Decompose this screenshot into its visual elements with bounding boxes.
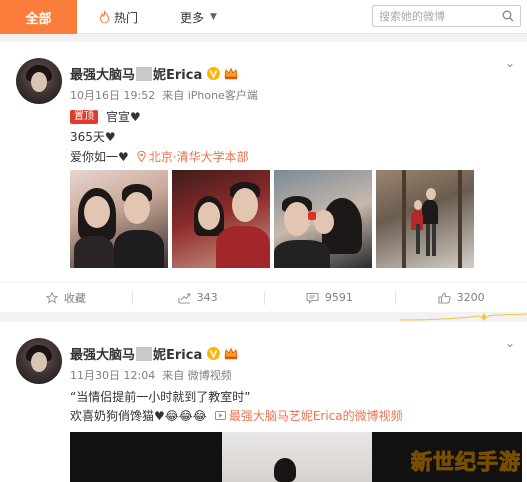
decorative-flourish	[400, 313, 527, 321]
location-link[interactable]: 北京·清华大学本部	[137, 148, 249, 165]
pinned-tag: 置顶	[70, 109, 98, 124]
repost-button[interactable]: 343	[131, 283, 264, 312]
location-pin-icon	[137, 151, 146, 162]
post-text-line: 爱你如一♥ 北京·清华大学本部	[70, 148, 249, 165]
post-text: “当情侣提前一小时就到了教室时”	[70, 390, 251, 404]
verified-badge-icon	[207, 347, 221, 360]
chevron-down-icon: ▼	[210, 12, 217, 22]
video-icon	[214, 411, 226, 420]
post-actions: 收藏 343 9591 3200	[0, 282, 527, 312]
collect-label: 收藏	[63, 291, 86, 305]
video-link-text: 最强大脑马艺妮Erica的微博视频	[228, 409, 403, 423]
star-icon	[45, 291, 58, 304]
post-text: 365天♥	[70, 130, 116, 144]
post-source: 来自 iPhone客户端	[162, 89, 258, 102]
tab-hot[interactable]: 热门	[99, 0, 138, 34]
vip-crown-icon	[224, 67, 238, 80]
top-nav-bar: 全部 热门 更多 ▼	[0, 0, 527, 34]
post-source: 来自 微博视频	[162, 369, 232, 382]
post-date[interactable]: 11月30日 12:04	[70, 369, 155, 382]
tab-hot-label: 热门	[114, 10, 139, 25]
blurred-char	[136, 346, 153, 361]
tab-more[interactable]: 更多 ▼	[180, 0, 217, 34]
post-menu-chevron-icon[interactable]: ⌄	[505, 56, 515, 70]
like-button[interactable]: 3200	[395, 283, 527, 312]
post-photo[interactable]	[376, 170, 474, 268]
search-icon[interactable]	[502, 10, 514, 22]
post-meta: 11月30日 12:04 来自 微博视频	[70, 367, 232, 383]
post-text-line: 置顶 官宣♥	[70, 108, 141, 125]
post-text-line: 欢喜奶狗俏馋猫♥😂😂😂 最强大脑马艺妮Erica的微博视频	[70, 407, 403, 424]
author-name[interactable]: 最强大脑马 妮Erica	[70, 64, 238, 83]
post-photo[interactable]	[172, 170, 270, 268]
post-menu-chevron-icon[interactable]: ⌄	[505, 336, 515, 350]
author-name[interactable]: 最强大脑马 妮Erica	[70, 344, 238, 363]
post-photo[interactable]	[274, 170, 372, 268]
post-date[interactable]: 10月16日 19:52	[70, 89, 155, 102]
like-count: 3200	[456, 291, 485, 304]
search-box	[372, 5, 521, 27]
comment-button[interactable]: 9591	[263, 283, 396, 312]
post-text: 官宣♥	[106, 110, 141, 124]
collect-button[interactable]: 收藏	[0, 283, 132, 312]
post-text: 爱你如一♥	[70, 150, 129, 164]
search-input[interactable]	[373, 6, 498, 26]
avatar[interactable]	[16, 58, 62, 104]
watermark: 新世纪手游	[411, 450, 521, 475]
video-link[interactable]: 最强大脑马艺妮Erica的微博视频	[214, 407, 403, 424]
avatar[interactable]	[16, 338, 62, 384]
post-text: 欢喜奶狗俏馋猫♥😂😂😂	[70, 409, 207, 423]
tab-all[interactable]: 全部	[0, 0, 77, 34]
author-name-part: 妮Erica	[153, 348, 203, 363]
author-name-part: 最强大脑马	[70, 68, 136, 83]
blurred-char	[136, 66, 153, 81]
author-name-part: 妮Erica	[153, 68, 203, 83]
thumbs-up-icon	[438, 291, 451, 304]
post-text-line: 365天♥	[70, 128, 116, 145]
comment-icon	[306, 292, 319, 304]
photo-grid	[70, 170, 474, 268]
author-name-part: 最强大脑马	[70, 348, 136, 363]
post-photo[interactable]	[70, 170, 168, 268]
repost-icon	[178, 292, 191, 304]
post-card: 最强大脑马 妮Erica 10月16日 19:52 来自 iPhone客户端 ⌄…	[0, 42, 527, 312]
repost-count: 343	[196, 291, 218, 304]
video-frame	[222, 432, 372, 482]
post-meta: 10月16日 19:52 来自 iPhone客户端	[70, 87, 258, 103]
tab-more-label: 更多	[180, 10, 205, 25]
comment-count: 9591	[324, 291, 353, 304]
location-text: 北京·清华大学本部	[148, 150, 249, 164]
fire-icon	[99, 11, 110, 23]
verified-badge-icon	[207, 67, 221, 80]
vip-crown-icon	[224, 347, 238, 360]
